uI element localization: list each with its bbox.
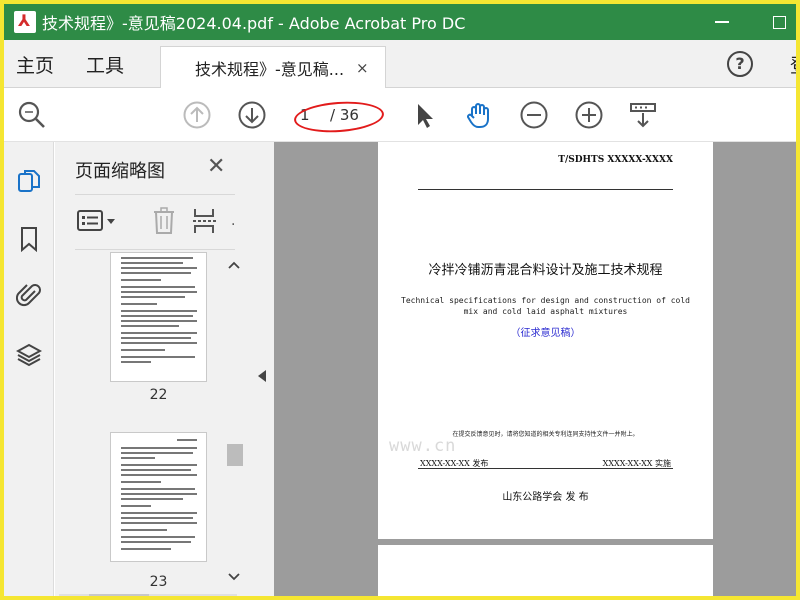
document-title-en-line1: Technical specifications for design and … <box>401 296 690 305</box>
thumbnail-page-22[interactable] <box>110 252 207 382</box>
document-title-en-line2: mix and cold laid asphalt mixtures <box>463 307 628 316</box>
page-down-icon[interactable] <box>237 100 267 130</box>
scroll-up-icon[interactable] <box>228 260 240 270</box>
annotation-ring <box>293 98 385 136</box>
zoom-out-icon[interactable] <box>519 100 549 130</box>
minimize-icon[interactable] <box>715 21 729 23</box>
close-tab-icon[interactable]: × <box>356 59 369 77</box>
scroll-down-icon[interactable] <box>228 572 240 582</box>
help-icon[interactable]: ? <box>727 51 753 77</box>
document-view[interactable]: T/SDHTS XXXXX-XXXX 冷拌冷铺沥青混合料设计及施工技术规程 Te… <box>274 142 796 596</box>
tab-home[interactable]: 主页 <box>16 51 54 78</box>
more-tools-dot: . <box>231 213 236 229</box>
page-thumbnails-icon[interactable] <box>16 168 42 194</box>
app-window: 技术规程》-意见稿2024.04.pdf - Adobe Acrobat Pro… <box>0 0 800 600</box>
toolbar: 1 / 36 <box>4 88 796 142</box>
select-arrow-icon[interactable] <box>409 100 439 130</box>
split-page-icon[interactable] <box>191 207 219 235</box>
thumbnail-horizontal-scrollbar[interactable] <box>59 594 237 596</box>
attachment-icon[interactable] <box>16 282 42 308</box>
thumbnail-label-22: 22 <box>149 387 168 403</box>
draft-label: （征求意见稿） <box>510 328 581 339</box>
pdf-page-2 <box>378 545 713 596</box>
thumbnails-panel: 页面缩略图 ✕ . 22 23 <box>55 142 253 596</box>
publisher: 山东公路学会 发 布 <box>502 492 589 503</box>
document-title-cn: 冷拌冷铺沥青混合料设计及施工技术规程 <box>428 263 663 278</box>
footer-rule <box>418 468 673 469</box>
collapse-left-icon[interactable] <box>258 370 266 382</box>
hscroll-thumb[interactable] <box>89 594 149 596</box>
thumbnail-label-23: 23 <box>149 574 168 590</box>
bookmark-icon[interactable] <box>16 226 42 252</box>
thumbnail-vertical-scrollbar[interactable] <box>225 254 243 594</box>
thumbnail-toolbar: . <box>75 194 235 250</box>
acrobat-logo-icon <box>14 11 36 33</box>
hand-tool-icon[interactable] <box>464 100 494 130</box>
close-panel-icon[interactable]: ✕ <box>207 154 225 179</box>
left-nav-rail <box>4 142 54 596</box>
standard-code: T/SDHTS XXXXX-XXXX <box>558 155 673 165</box>
tab-tools[interactable]: 工具 <box>86 51 124 78</box>
options-menu-icon[interactable] <box>77 209 117 233</box>
window-title: 技术规程》-意见稿2024.04.pdf - Adobe Acrobat Pro… <box>42 14 466 33</box>
pdf-page-1: T/SDHTS XXXXX-XXXX 冷拌冷铺沥青混合料设计及施工技术规程 Te… <box>378 142 713 539</box>
scroll-mode-icon[interactable] <box>628 100 658 130</box>
scroll-thumb[interactable] <box>227 444 243 466</box>
document-tab-label: 技术规程》-意见稿... <box>195 59 345 79</box>
thumbnail-list: 22 23 <box>75 252 235 592</box>
window-controls <box>715 4 786 40</box>
panel-collapse-strip[interactable] <box>253 142 274 596</box>
maximize-icon[interactable] <box>773 15 786 29</box>
sign-in-button[interactable]: 登 <box>790 51 796 78</box>
tab-bar: 主页 工具 技术规程》-意见稿... × ? 登 <box>4 40 796 88</box>
layers-icon[interactable] <box>16 342 42 368</box>
header-rule <box>418 189 673 190</box>
thumbnails-title: 页面缩略图 <box>75 161 165 182</box>
page-up-icon[interactable] <box>182 100 212 130</box>
zoom-search-icon[interactable] <box>17 100 47 130</box>
thumbnail-page-23[interactable] <box>110 432 207 562</box>
delete-page-icon[interactable] <box>151 207 177 235</box>
tab-document[interactable]: 技术规程》-意见稿... × <box>160 46 386 88</box>
title-bar: 技术规程》-意见稿2024.04.pdf - Adobe Acrobat Pro… <box>4 4 796 40</box>
watermark: www.cn <box>389 436 457 456</box>
zoom-in-icon[interactable] <box>574 100 604 130</box>
